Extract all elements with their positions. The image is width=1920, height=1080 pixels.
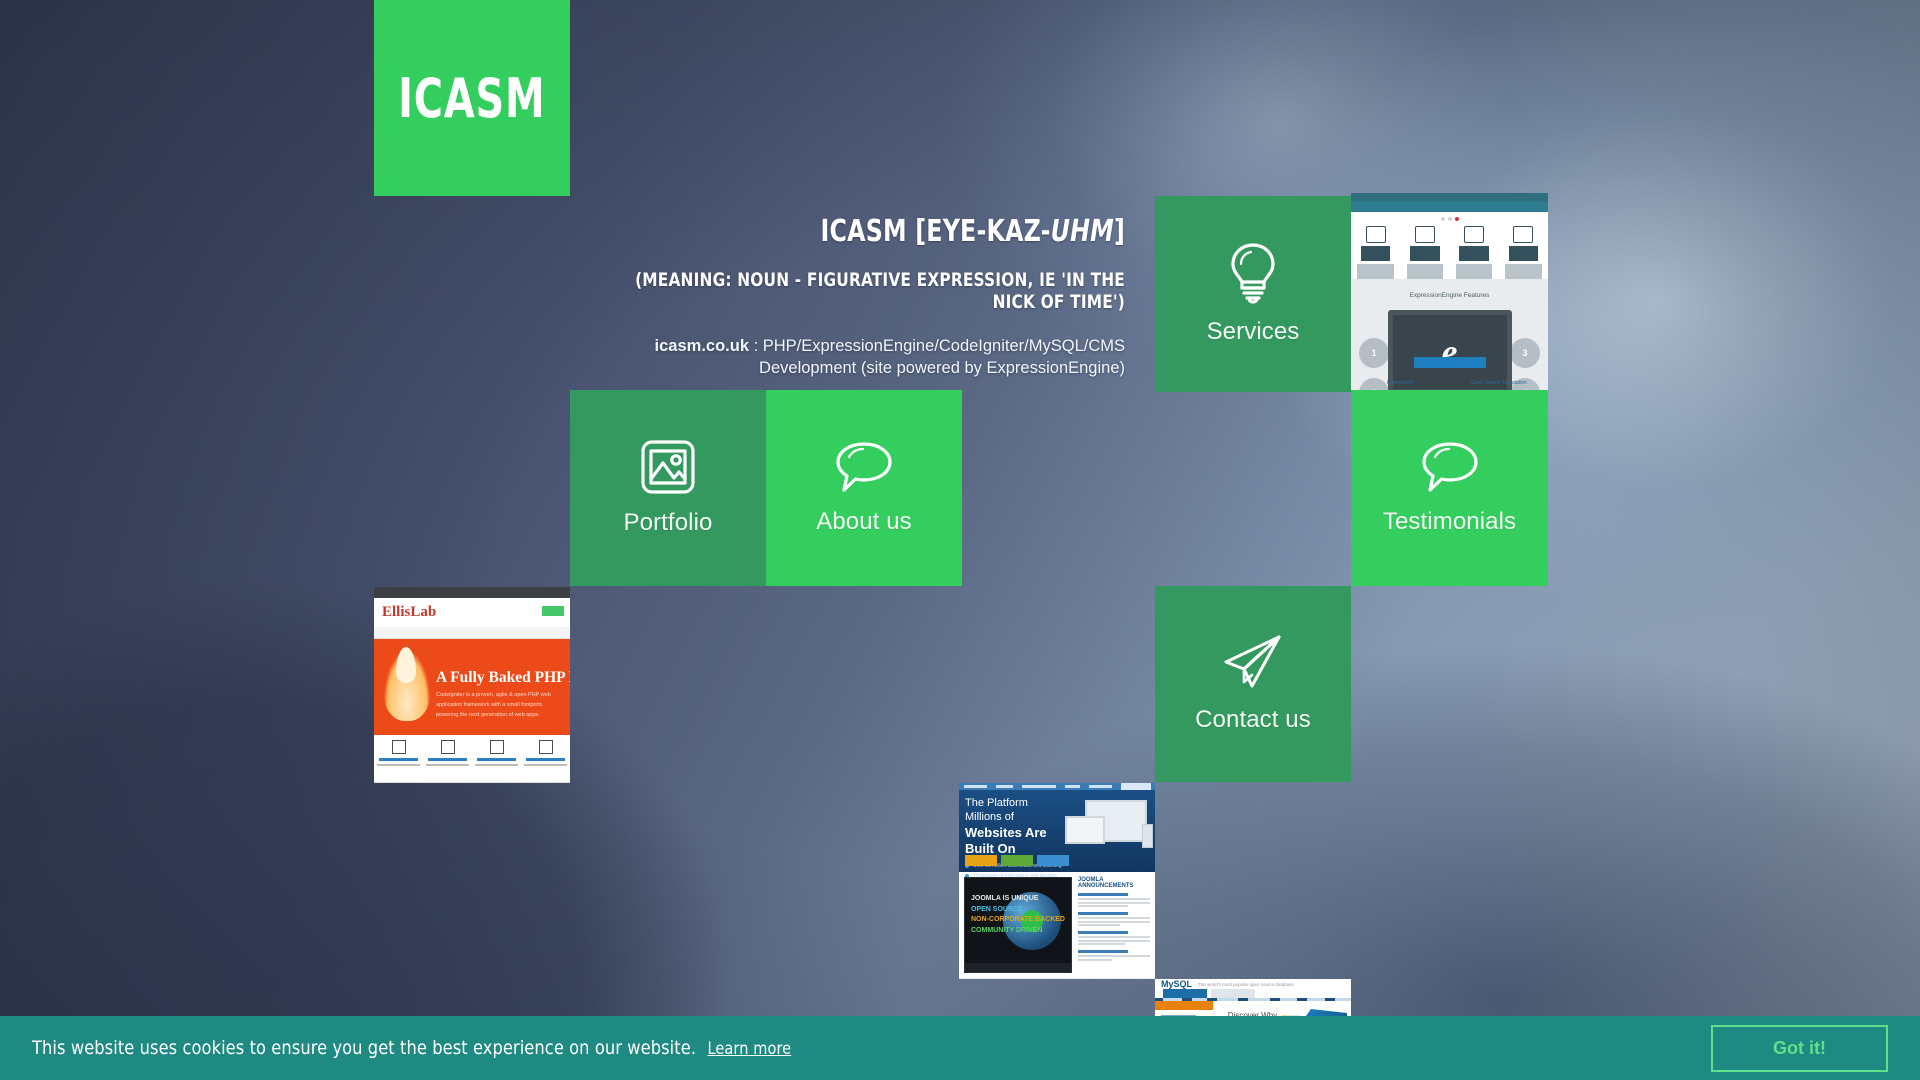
cookie-learn-more-link[interactable]: Learn more (707, 1039, 791, 1059)
codeigniter-flame-icon (384, 646, 430, 721)
intro-text-block: ICASM [EYE-KAZ-UHM] (MEANING: NOUN - FIG… (560, 215, 1125, 380)
speech-bubble-icon (836, 442, 892, 492)
page-title: ICASM [EYE-KAZ-UHM] (820, 214, 1125, 249)
ellislab-hero-body: CodeIgniter is a proven, agile & open PH… (436, 691, 551, 718)
tile-grid: ICASM ICASM [EYE-KAZ-UHM] (MEANING: NOUN… (0, 0, 1920, 1080)
mysql-tagline: The world's most popular open source dat… (1198, 981, 1294, 987)
ee-caption: ExpressionEngine Features (1409, 292, 1490, 299)
cookie-message-group: This website uses cookies to ensure you … (32, 1037, 791, 1059)
tile-label-about-us: About us (816, 508, 912, 535)
joomla-news-heading: JOOMLA ANNOUNCEMENTS (1077, 877, 1134, 889)
speech-bubble-icon (1421, 442, 1478, 492)
paper-plane-icon (1224, 635, 1281, 688)
mysql-brand: MySQL (1161, 979, 1193, 989)
tile-label-testimonials: Testimonials (1382, 508, 1517, 535)
lightbulb-icon (1231, 243, 1275, 304)
tile-testimonials[interactable]: Testimonials (1351, 390, 1548, 586)
page-lead: icasm.co.uk : PHP/ExpressionEngine/CodeI… (654, 337, 1125, 377)
thumbnail-expressionengine[interactable]: ExpressionEngine Features 1 2 3 4 e Exte… (1351, 193, 1548, 390)
page-subtitle: (MEANING: NOUN - FIGURATIVE EXPRESSION, … (635, 268, 1125, 314)
cookie-message: This website uses cookies to ensure you … (32, 1037, 697, 1059)
tile-about-us[interactable]: About us (766, 390, 962, 586)
cookie-consent-bar: This website uses cookies to ensure you … (0, 1016, 1920, 1080)
ellislab-hero-title: A Fully Baked PHP Framew (436, 668, 570, 686)
tile-services[interactable]: Services (1155, 196, 1351, 392)
tile-contact-us[interactable]: Contact us (1155, 586, 1351, 782)
tile-label-services: Services (1206, 318, 1300, 345)
tile-label-portfolio: Portfolio (623, 509, 713, 536)
cookie-accept-button[interactable]: Got it! (1711, 1024, 1888, 1072)
site-logo-tile[interactable]: ICASM (374, 0, 570, 196)
ellislab-brand: EllisLab (382, 603, 437, 620)
thumbnail-joomla[interactable]: The Platform Millions of Websites Are Bui… (959, 783, 1155, 979)
tile-portfolio[interactable]: Portfolio (570, 390, 766, 586)
image-icon (641, 440, 695, 494)
tile-label-contact-us: Contact us (1195, 706, 1311, 733)
site-logo-text: ICASM (398, 66, 546, 130)
joomla-hero: The Platform Millions of Websites Are Bui… (965, 797, 1047, 856)
thumbnail-ellislab[interactable]: EllisLab A Fully Baked PHP Framew CodeIg… (374, 587, 570, 783)
